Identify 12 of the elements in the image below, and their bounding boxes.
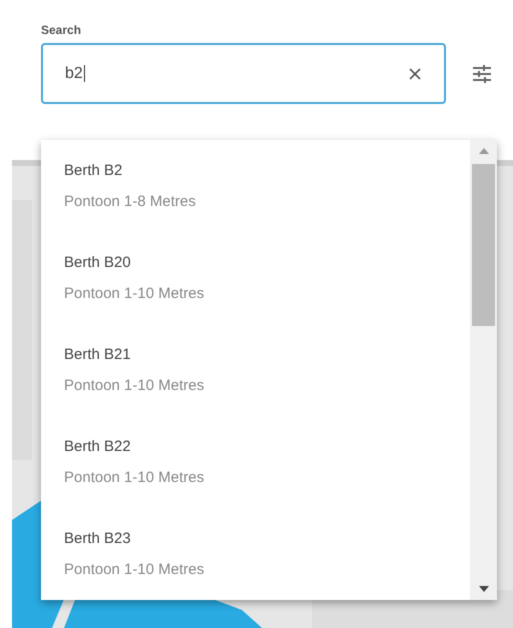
result-item[interactable]: Berth B21 Pontoon 1-10 Metres — [41, 344, 470, 436]
scrollbar[interactable] — [470, 140, 497, 600]
clear-icon[interactable] — [408, 66, 422, 80]
search-label: Search — [41, 22, 82, 38]
scroll-down-icon[interactable] — [478, 586, 488, 592]
search-field[interactable]: b2 — [41, 43, 446, 104]
filter-sliders-icon[interactable] — [473, 64, 491, 82]
result-item[interactable]: Berth B2 Pontoon 1-8 Metres — [41, 160, 470, 252]
result-item[interactable]: Berth B22 Pontoon 1-10 Metres — [41, 436, 470, 528]
result-item[interactable]: Berth B23 Pontoon 1-10 Metres — [41, 528, 470, 620]
result-item[interactable]: Berth B20 Pontoon 1-10 Metres — [41, 252, 470, 344]
scrollbar-thumb[interactable] — [472, 164, 495, 326]
